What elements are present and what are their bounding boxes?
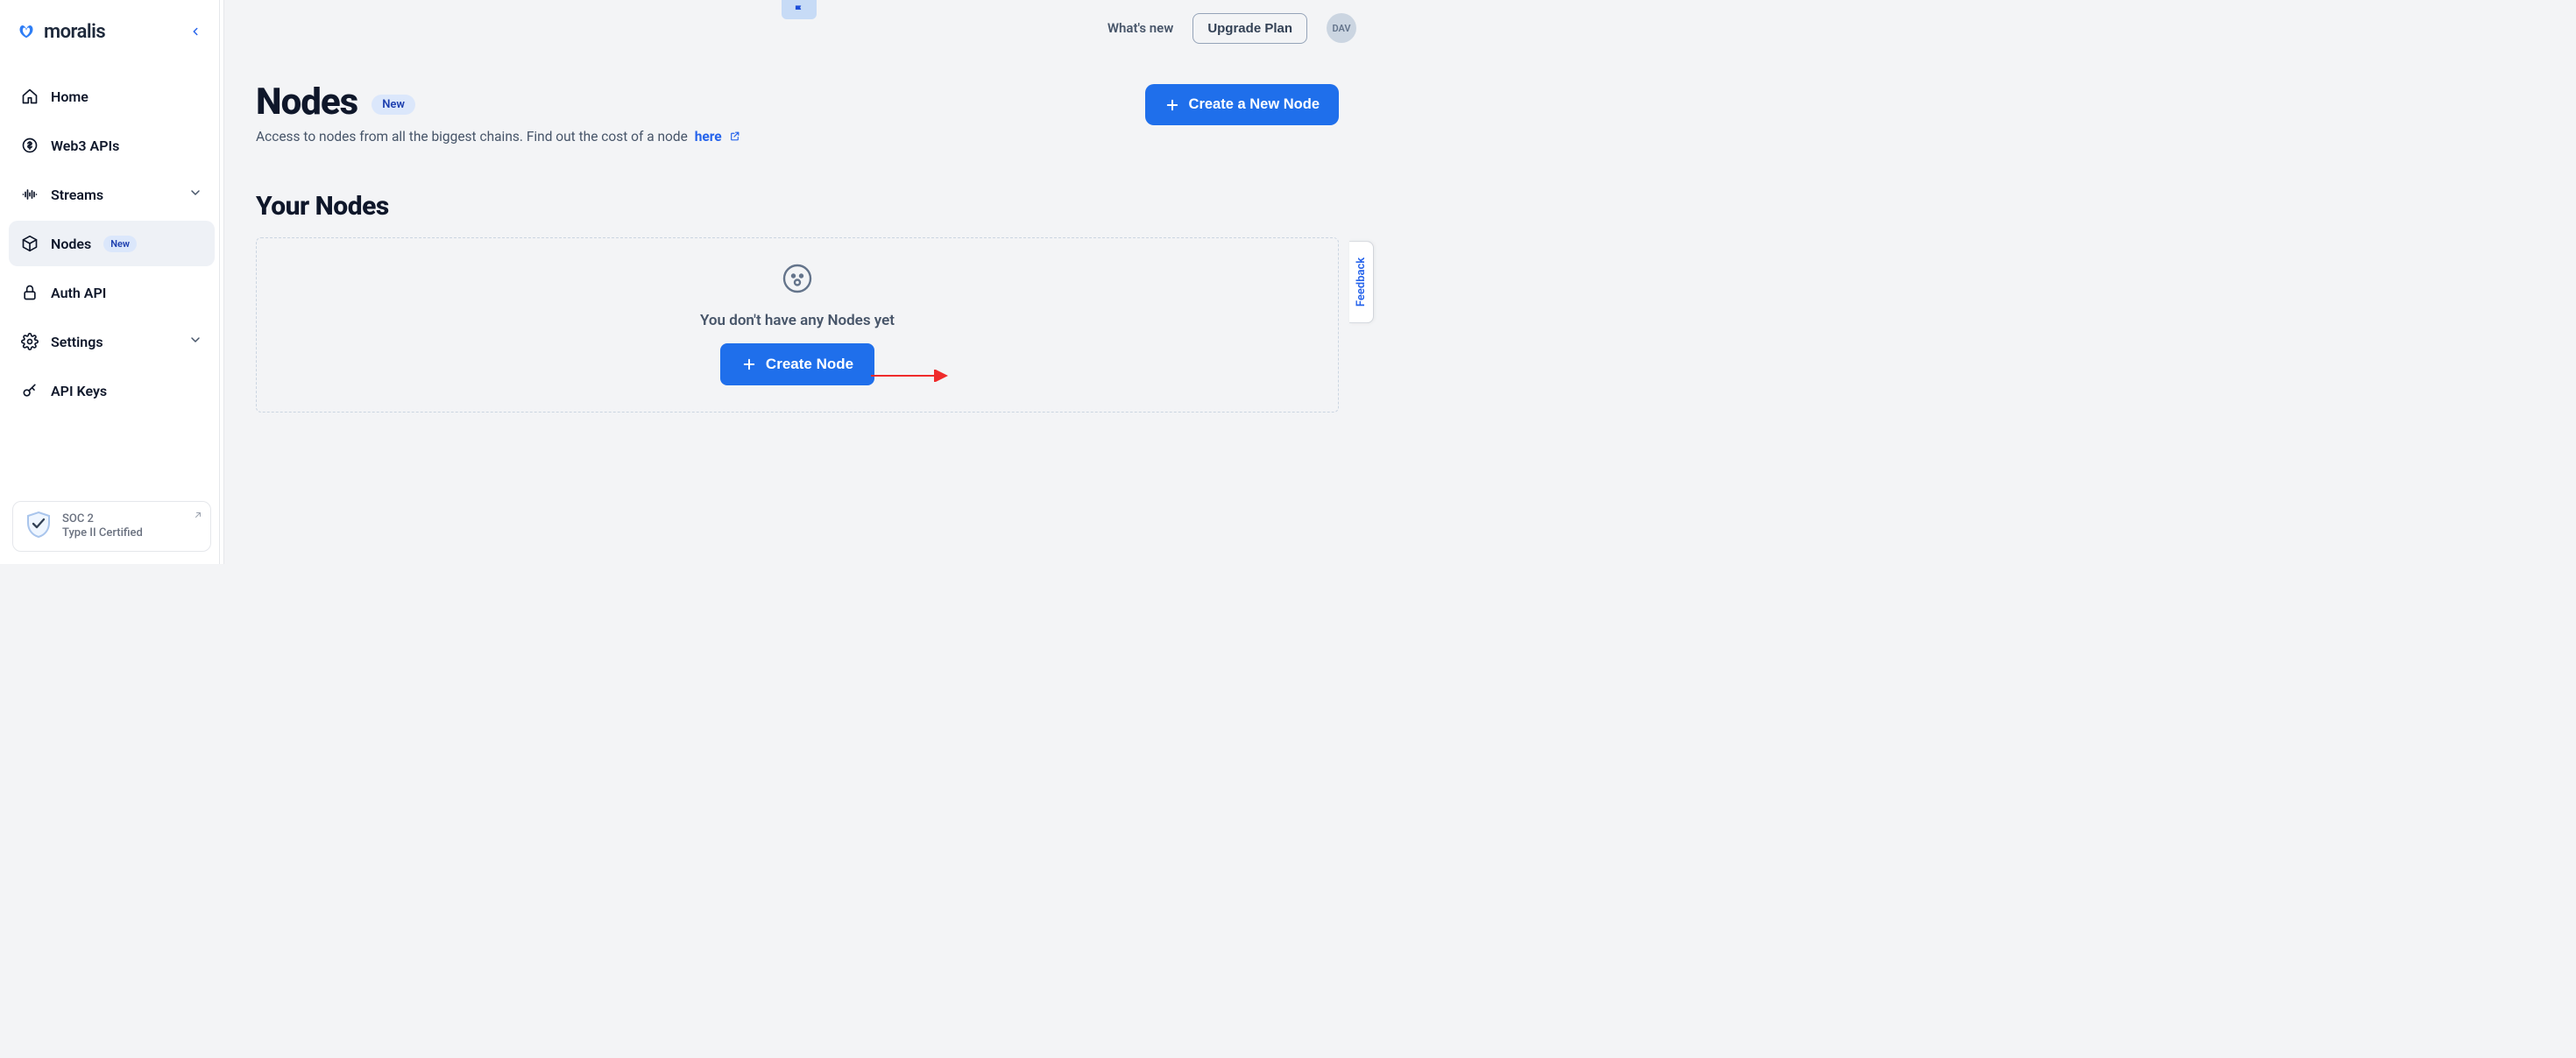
sidebar-item-label: API Keys — [51, 383, 107, 399]
sidebar-item-auth-api[interactable]: Auth API — [9, 270, 215, 315]
brand-name: moralis — [44, 21, 105, 43]
key-icon — [21, 382, 39, 399]
feedback-tab[interactable]: Feedback — [1349, 241, 1374, 323]
surprised-face-icon — [782, 263, 813, 298]
soc2-text: SOC 2 Type II Certified — [62, 512, 143, 541]
sidebar-item-label: Web3 APIs — [51, 138, 119, 154]
main: What's new Upgrade Plan DAV Nodes New Ac… — [224, 0, 1374, 564]
shield-check-icon — [25, 511, 52, 542]
sidebar-item-label: Settings — [51, 334, 103, 350]
new-badge: New — [103, 236, 137, 252]
soc2-line2: Type II Certified — [62, 526, 143, 540]
sidebar-item-nodes[interactable]: Nodes New — [9, 221, 215, 266]
create-node-button[interactable]: Create Node — [720, 343, 874, 385]
moralis-logo-icon — [18, 23, 35, 40]
create-new-node-label: Create a New Node — [1189, 96, 1320, 113]
flag-badge[interactable] — [782, 0, 817, 19]
sidebar-divider — [219, 0, 220, 564]
your-nodes-heading: Your Nodes — [256, 191, 1339, 222]
page-subtitle: Access to nodes from all the biggest cha… — [256, 129, 740, 145]
create-new-node-button[interactable]: Create a New Node — [1145, 84, 1339, 125]
sidebar-item-label: Home — [51, 88, 88, 105]
subtitle-link[interactable]: here — [695, 129, 722, 145]
sidebar-item-label: Nodes — [51, 236, 91, 252]
sidebar-nav: Home Web3 APIs Streams — [0, 63, 223, 413]
subtitle-text: Access to nodes from all the biggest cha… — [256, 129, 688, 145]
lock-icon — [21, 284, 39, 301]
soc2-line1: SOC 2 — [62, 512, 143, 526]
whats-new-link[interactable]: What's new — [1108, 20, 1173, 36]
external-link-icon — [729, 130, 740, 145]
waveform-icon — [21, 186, 39, 203]
sidebar-item-web3-apis[interactable]: Web3 APIs — [9, 123, 215, 168]
sidebar: moralis Home Web3 APIs — [0, 0, 224, 564]
dollar-circle-icon — [21, 137, 39, 154]
chevron-down-icon — [188, 333, 202, 350]
external-link-icon — [193, 507, 203, 524]
home-icon — [21, 88, 39, 105]
sidebar-header: moralis — [0, 0, 223, 63]
content: Nodes New Access to nodes from all the b… — [224, 56, 1374, 413]
brand[interactable]: moralis — [18, 21, 105, 43]
soc2-card[interactable]: SOC 2 Type II Certified — [12, 501, 211, 552]
collapse-sidebar-button[interactable] — [183, 19, 208, 44]
avatar[interactable]: DAV — [1327, 13, 1356, 43]
sidebar-item-label: Streams — [51, 187, 103, 203]
gear-icon — [21, 333, 39, 350]
chevron-down-icon — [188, 186, 202, 203]
empty-state-panel: You don't have any Nodes yet Create Node — [256, 237, 1339, 413]
page-title: Nodes — [256, 81, 357, 123]
sidebar-item-home[interactable]: Home — [9, 74, 215, 119]
sidebar-item-settings[interactable]: Settings — [9, 319, 215, 364]
upgrade-plan-button[interactable]: Upgrade Plan — [1192, 13, 1307, 44]
empty-state-text: You don't have any Nodes yet — [700, 312, 895, 329]
sidebar-item-streams[interactable]: Streams — [9, 172, 215, 217]
sidebar-item-label: Auth API — [51, 285, 106, 301]
sidebar-item-api-keys[interactable]: API Keys — [9, 368, 215, 413]
page-header: Nodes New Access to nodes from all the b… — [256, 81, 1339, 145]
title-new-badge: New — [372, 95, 415, 115]
cube-icon — [21, 235, 39, 252]
create-node-label: Create Node — [766, 356, 853, 373]
